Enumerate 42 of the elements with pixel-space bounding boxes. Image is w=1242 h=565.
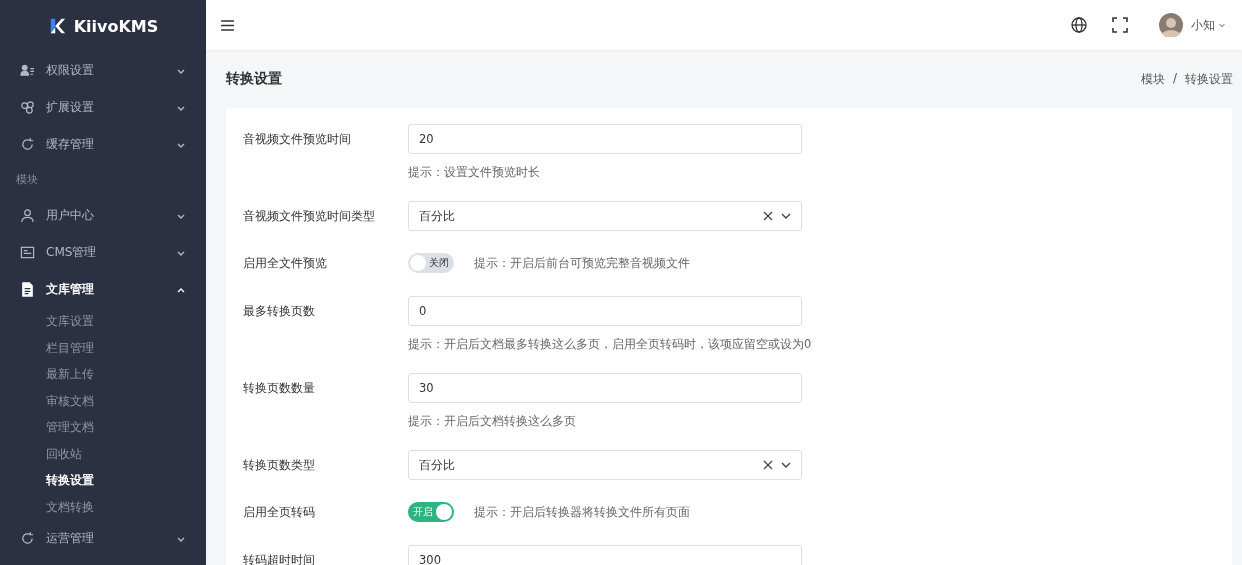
field-label: 启用全页转码 <box>243 504 316 521</box>
select-field[interactable]: 百分比 <box>408 450 802 480</box>
brand-name: KiivoKMS <box>73 16 159 36</box>
select-field[interactable]: 百分比 <box>408 201 802 231</box>
breadcrumb-separator: / <box>1172 70 1177 87</box>
field-label: 转换页数数量 <box>243 380 316 397</box>
breadcrumb-item: 转换设置 <box>1185 70 1233 88</box>
menu-item[interactable]: 文库管理 <box>0 271 206 308</box>
field-label: 最多转换页数 <box>243 303 316 320</box>
submenu-item[interactable]: 回收站 <box>0 440 206 467</box>
field-label: 转码超时时间 <box>243 552 316 565</box>
field-label: 转换页数类型 <box>243 457 316 474</box>
page-title: 转换设置 <box>226 70 282 88</box>
submenu-item[interactable]: 转换设置 <box>0 467 206 494</box>
menu-item[interactable]: 缓存管理 <box>0 126 206 163</box>
hint-text: 提示：开启后文档最多转换这么多页，启用全页转码时，该项应留空或设为0 <box>408 337 812 351</box>
submenu-item[interactable]: 文库设置 <box>0 308 206 335</box>
field-label: 启用全文件预览 <box>243 255 328 272</box>
hint-text: 提示：设置文件预览时长 <box>408 165 541 179</box>
breadcrumb-item[interactable]: 模块 <box>1140 70 1165 88</box>
submenu-item[interactable]: 最新上传 <box>0 361 206 388</box>
submenu-item[interactable]: 文档转换 <box>0 493 206 520</box>
toggle-switch[interactable]: 关闭 <box>408 253 454 273</box>
hint-text: 提示：开启后文档转换这么多页 <box>408 414 577 428</box>
submenu-item[interactable]: 管理文档 <box>0 414 206 441</box>
menu-item[interactable]: 扩展设置 <box>0 89 206 126</box>
field-label: 音视频文件预览时间类型 <box>243 208 376 225</box>
menu-item[interactable]: 权限设置 <box>0 52 206 89</box>
submenu-item[interactable]: 栏目管理 <box>0 334 206 361</box>
submenu-item[interactable]: 审核文档 <box>0 387 206 414</box>
menu-item[interactable]: 运营管理 <box>0 520 206 557</box>
hint-text: 提示：开启后转换器将转换文件所有页面 <box>474 505 690 519</box>
field-label: 音视频文件预览时间 <box>243 131 352 148</box>
menu-item[interactable]: CMS管理 <box>0 234 206 271</box>
input-field[interactable]: 20 <box>408 124 802 154</box>
hint-text: 提示：开启后前台可预览完整音视频文件 <box>474 256 690 270</box>
user-name[interactable]: 小知 <box>1191 17 1215 33</box>
input-field[interactable]: 0 <box>408 296 802 326</box>
section-label: 模块 <box>15 172 39 188</box>
input-field[interactable]: 30 <box>408 373 802 403</box>
input-field[interactable]: 300 <box>408 545 802 565</box>
menu-item[interactable]: 用户中心 <box>0 197 206 234</box>
